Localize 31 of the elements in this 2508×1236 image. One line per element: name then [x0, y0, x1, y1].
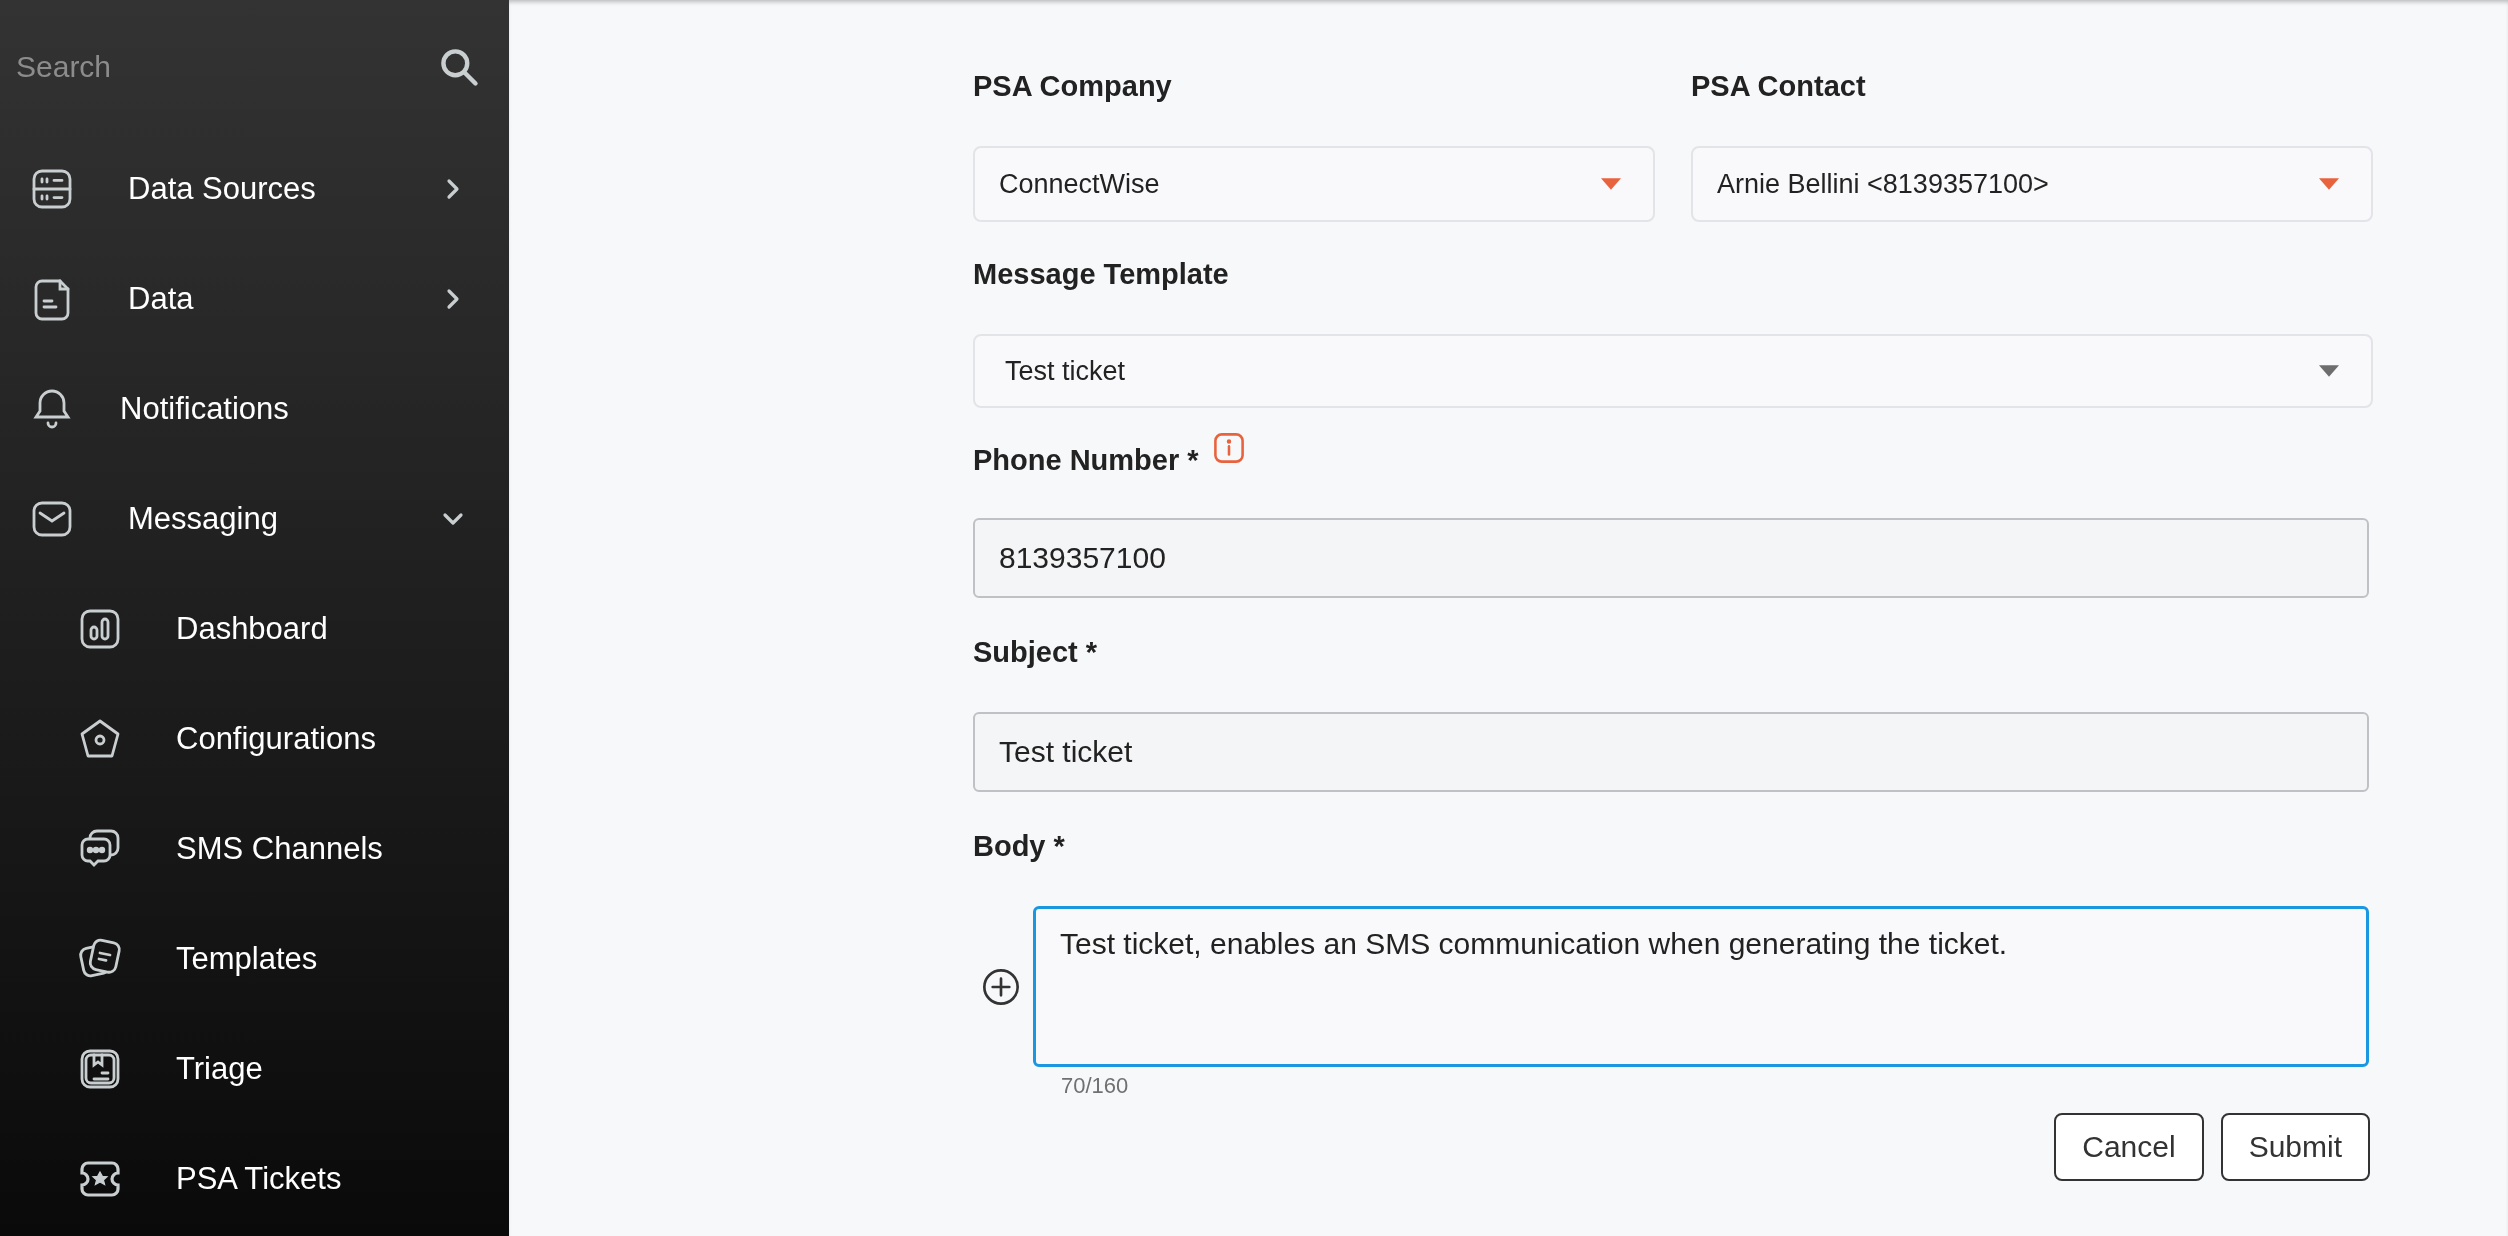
info-icon[interactable] — [1212, 432, 1245, 464]
dropdown-caret-icon — [2319, 365, 2339, 377]
field-label: Subject * — [973, 635, 1099, 670]
subject-field[interactable]: Test ticket — [973, 712, 2369, 792]
field-label: Phone Number * — [973, 443, 1199, 478]
contact-dropdown[interactable]: Arnie Bellini <8139357100> — [1691, 146, 2373, 222]
search-field[interactable]: Search — [16, 50, 437, 84]
dropdown-caret-icon — [1601, 178, 1621, 190]
sidebar-item[interactable]: Templates — [0, 904, 509, 1014]
field-label: Body * — [973, 829, 1066, 864]
sidebar-item[interactable]: Data Sources — [0, 134, 509, 244]
field-label: PSA Company — [973, 69, 1173, 104]
sidebar-item[interactable]: SMS Channels — [0, 794, 509, 904]
dropdown-caret-icon — [2319, 178, 2339, 190]
company-dropdown[interactable]: ConnectWise — [973, 146, 1655, 222]
sidebar-item[interactable]: Dashboard — [0, 574, 509, 684]
add-circle-icon[interactable] — [981, 966, 1021, 1007]
body-textarea[interactable]: Test ticket, enables an SMS communication when generating the ticket. — [1033, 906, 2369, 1067]
sidebar-item[interactable]: Messaging — [0, 464, 509, 574]
phone-number-field[interactable]: 8139357100 — [973, 518, 2369, 598]
template-dropdown[interactable]: Test ticket — [973, 334, 2373, 408]
field-label: PSA Contact — [1691, 69, 1867, 104]
form-button[interactable]: Submit — [2220, 1113, 2370, 1181]
form-button[interactable]: Cancel — [2054, 1113, 2204, 1181]
sidebar-item[interactable]: Triage — [0, 1014, 509, 1124]
character-counter: 70/160 — [1061, 1073, 1130, 1099]
sidebar-item[interactable]: Data — [0, 244, 509, 354]
sidebar-item[interactable]: Configurations — [0, 684, 509, 794]
sidebar-item[interactable]: Notifications — [0, 354, 509, 464]
field-label: Message Template — [973, 257, 1230, 292]
sidebar-item[interactable]: PSA Tickets — [0, 1124, 509, 1234]
